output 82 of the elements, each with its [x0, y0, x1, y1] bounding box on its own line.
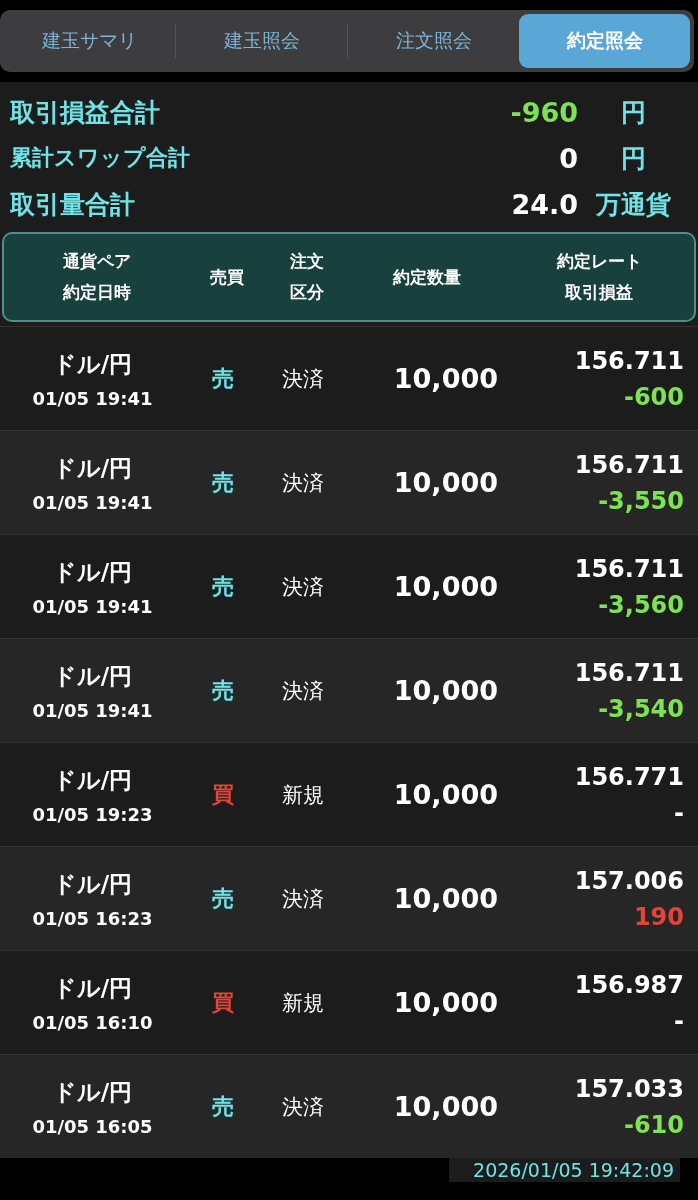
- summary-label: 累計スワップ合計: [10, 144, 191, 172]
- summary-value: 0: [559, 142, 578, 174]
- currency-pair: ドル/円: [52, 453, 133, 483]
- trade-profit-loss: -: [674, 798, 684, 827]
- column-header: 通貨ペア 約定日時: [61, 250, 132, 304]
- trade-time: 01/05 19:41: [32, 491, 153, 513]
- currency-pair: ドル/円: [52, 869, 133, 899]
- trade-side: 売: [211, 1092, 234, 1121]
- currency-pair: ドル/円: [52, 1077, 133, 1107]
- trade-profit-loss: -610: [623, 1110, 684, 1139]
- trade-time: 01/05 19:41: [32, 699, 153, 721]
- summary-unit: 万通貨: [594, 188, 672, 221]
- trade-profit-loss: -: [674, 1006, 684, 1035]
- trade-quantity: 10,000: [393, 675, 499, 706]
- update-timestamp: 2026/01/05 19:42:09: [449, 1158, 680, 1182]
- trade-side: 売: [211, 884, 234, 913]
- trade-rate: 156.711: [574, 658, 684, 687]
- trade-quantity: 10,000: [393, 779, 499, 810]
- summary-label: 取引量合計: [10, 188, 136, 221]
- trade-profit-loss: -3,560: [598, 590, 684, 619]
- trade-rate: 156.711: [574, 554, 684, 583]
- trade-quantity: 10,000: [393, 467, 499, 498]
- order-type: 決済: [281, 469, 324, 497]
- tab[interactable]: 建玉サマリ: [4, 14, 175, 68]
- summary-unit: 円: [619, 96, 647, 129]
- trade-side: 売: [211, 572, 234, 601]
- trade-quantity: 10,000: [393, 883, 499, 914]
- summary-value: 24.0: [511, 188, 578, 220]
- trade-rate: 156.711: [574, 450, 684, 479]
- column-header: 売買: [208, 265, 245, 289]
- currency-pair: ドル/円: [52, 765, 133, 795]
- order-type: 新規: [281, 989, 324, 1017]
- order-type: 決済: [281, 365, 324, 393]
- trade-time: 01/05 19:41: [32, 387, 153, 409]
- currency-pair: ドル/円: [52, 349, 133, 379]
- trade-row[interactable]: ドル/円 01/05 19:41 売 決済 10,000 156.711 -3,540: [0, 638, 698, 742]
- currency-pair: ドル/円: [52, 973, 133, 1003]
- trade-row[interactable]: ドル/円 01/05 16:23 売 決済 10,000 157.006 190: [0, 846, 698, 950]
- column-header: 約定レート 取引損益: [555, 250, 643, 304]
- trade-side: 買: [211, 988, 234, 1017]
- trade-quantity: 10,000: [393, 987, 499, 1018]
- trade-quantity: 10,000: [393, 363, 499, 394]
- order-type: 決済: [281, 1093, 324, 1121]
- trade-profit-loss: -3,540: [598, 694, 684, 723]
- summary-label: 取引損益合計: [10, 96, 161, 129]
- trade-time: 01/05 16:05: [32, 1115, 153, 1137]
- currency-pair: ドル/円: [52, 661, 133, 691]
- trade-row[interactable]: ドル/円 01/05 19:41 売 決済 10,000 156.711 -600: [0, 326, 698, 430]
- trade-rate: 156.771: [574, 762, 684, 791]
- trade-row[interactable]: ドル/円 01/05 16:05 売 決済 10,000 157.033 -610: [0, 1054, 698, 1158]
- trade-rate: 157.033: [574, 1074, 684, 1103]
- trade-profit-loss: 190: [633, 902, 684, 931]
- trade-side: 売: [211, 676, 234, 705]
- trade-row[interactable]: ドル/円 01/05 19:41 売 決済 10,000 156.711 -3,550: [0, 430, 698, 534]
- trade-profit-loss: -600: [623, 382, 684, 411]
- trade-side: 売: [211, 364, 234, 393]
- trade-time: 01/05 19:41: [32, 595, 153, 617]
- trade-row[interactable]: ドル/円 01/05 19:23 買 新規 10,000 156.771 -: [0, 742, 698, 846]
- trade-profit-loss: -3,550: [598, 486, 684, 515]
- trade-rate: 157.006: [574, 866, 684, 895]
- trade-side: 売: [211, 468, 234, 497]
- trade-quantity: 10,000: [393, 1091, 499, 1122]
- column-header: 約定数量: [391, 265, 462, 289]
- tab[interactable]: 建玉照会: [176, 14, 347, 68]
- order-type: 決済: [281, 885, 324, 913]
- trade-time: 01/05 16:10: [32, 1011, 153, 1033]
- tab[interactable]: 注文照会: [348, 14, 519, 68]
- column-header: 注文 区分: [288, 250, 325, 304]
- trade-rate: 156.711: [574, 346, 684, 375]
- order-type: 決済: [281, 677, 324, 705]
- trade-quantity: 10,000: [393, 571, 499, 602]
- trade-rate: 156.987: [574, 970, 684, 999]
- trade-row[interactable]: ドル/円 01/05 16:10 買 新規 10,000 156.987 -: [0, 950, 698, 1054]
- summary-value: -960: [510, 96, 578, 128]
- trade-side: 買: [211, 780, 234, 809]
- order-type: 決済: [281, 573, 324, 601]
- trade-row[interactable]: ドル/円 01/05 19:41 売 決済 10,000 156.711 -3,560: [0, 534, 698, 638]
- order-type: 新規: [281, 781, 324, 809]
- currency-pair: ドル/円: [52, 557, 133, 587]
- trade-time: 01/05 19:23: [32, 803, 153, 825]
- trade-time: 01/05 16:23: [32, 907, 153, 929]
- summary-unit: 円: [619, 142, 647, 175]
